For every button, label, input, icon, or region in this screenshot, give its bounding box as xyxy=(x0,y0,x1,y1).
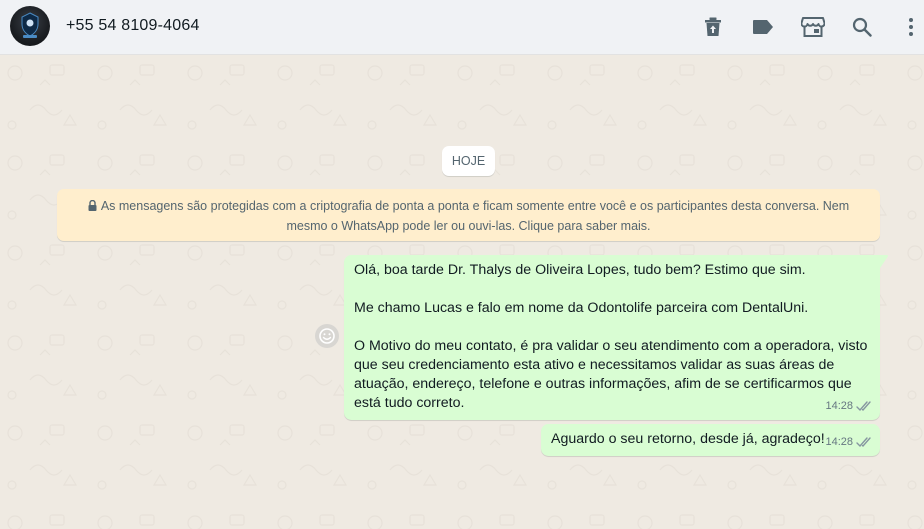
catalog-button[interactable] xyxy=(800,14,826,40)
double-check-icon xyxy=(856,437,871,448)
message-time: 14:28 xyxy=(825,436,853,448)
avatar-logo-icon xyxy=(21,12,39,38)
outgoing-message[interactable]: Olá, boa tarde Dr. Thalys de Oliveira Lo… xyxy=(344,255,888,420)
date-divider: HOJE xyxy=(442,146,495,176)
double-check-icon xyxy=(856,401,871,412)
store-icon xyxy=(801,17,825,37)
delete-button[interactable] xyxy=(700,14,726,40)
contact-avatar[interactable] xyxy=(10,6,50,46)
label-button[interactable] xyxy=(750,14,776,40)
bubble-tail xyxy=(880,255,888,268)
message-time: 14:28 xyxy=(825,400,853,412)
encryption-notice[interactable]: As mensagens são protegidas com a cripto… xyxy=(57,189,880,241)
menu-icon xyxy=(909,18,913,36)
message-meta: 14:28 xyxy=(825,433,872,452)
lock-icon xyxy=(88,200,97,211)
whatsapp-chat-window: +55 54 8109-4064 HOJE As mensagens são p… xyxy=(0,0,924,529)
smiley-icon xyxy=(319,328,335,344)
contact-name[interactable]: +55 54 8109-4064 xyxy=(66,17,200,35)
message-paragraph: Me chamo Lucas e falo em nome da Odontol… xyxy=(354,300,809,316)
menu-button[interactable] xyxy=(898,14,924,40)
encryption-notice-text: As mensagens são protegidas com a cripto… xyxy=(100,199,850,233)
chat-header: +55 54 8109-4064 xyxy=(0,0,924,55)
message-meta: 14:28 xyxy=(825,397,872,416)
search-button[interactable] xyxy=(849,14,875,40)
outgoing-message[interactable]: Aguardo o seu retorno, desde já, agradeç… xyxy=(541,424,880,456)
message-paragraph: Aguardo o seu retorno, desde já, agradeç… xyxy=(551,431,825,447)
message-paragraph: Olá, boa tarde Dr. Thalys de Oliveira Lo… xyxy=(354,262,806,278)
react-emoji-button[interactable] xyxy=(315,324,339,348)
message-paragraph: O Motivo do meu contato, é pra validar o… xyxy=(354,338,868,411)
delete-icon xyxy=(705,17,721,36)
label-icon xyxy=(753,20,773,34)
search-icon xyxy=(852,17,872,37)
